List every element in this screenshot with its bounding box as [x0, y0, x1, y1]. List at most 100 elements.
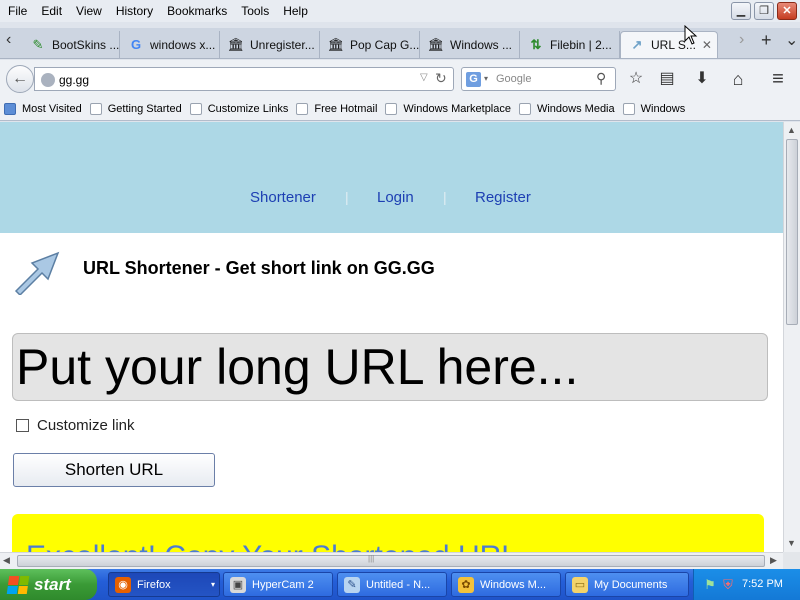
nav-link-login[interactable]: Login	[377, 189, 414, 206]
reload-icon[interactable]: ↻	[435, 70, 447, 87]
customize-link-checkbox[interactable]	[16, 419, 29, 432]
tab-bar: ‹ ✎ BootSkins ... G windows x... 🏛 Unreg…	[0, 28, 800, 59]
tab-unregister[interactable]: 🏛 Unregister...	[220, 31, 320, 58]
restore-button[interactable]: ❐	[754, 2, 774, 20]
menu-bookmarks[interactable]: Bookmarks	[160, 4, 234, 18]
vertical-scrollbar[interactable]: ▲ ▼	[783, 122, 800, 552]
menu-edit[interactable]: Edit	[34, 4, 69, 18]
search-icon[interactable]: ⚲	[596, 70, 606, 87]
page-icon	[385, 102, 398, 115]
taskbar-item-my-documents[interactable]: ▭ My Documents	[565, 572, 689, 597]
nav-link-shortener[interactable]: Shortener	[250, 189, 316, 206]
menu-bar: File Edit View History Bookmarks Tools H…	[0, 0, 800, 22]
tab-popcap[interactable]: 🏛 Pop Cap G...	[320, 31, 420, 58]
google-search-engine-icon[interactable]: G	[466, 72, 481, 87]
start-button[interactable]: start	[0, 569, 97, 600]
bookmark-label: Customize Links	[207, 102, 289, 115]
new-tab-button[interactable]: +	[761, 30, 772, 51]
scroll-down-arrow-icon[interactable]: ▼	[787, 538, 796, 548]
bookmark-label: Windows Marketplace	[403, 102, 511, 115]
tab-label: Pop Cap G...	[350, 37, 420, 52]
taskbar-item-notepad[interactable]: ✎ Untitled - N...	[337, 572, 447, 597]
taskbar-item-label: Untitled - N...	[366, 578, 431, 591]
menu-history[interactable]: History	[109, 4, 160, 18]
page-content: Shortener | Login | Register URL Shorten…	[0, 122, 783, 552]
result-message: Excellent! Copy Your Shortened URL	[26, 540, 518, 552]
tab-label: Windows ...	[450, 37, 513, 52]
tab-filebin[interactable]: ⇅ Filebin | 2...	[520, 31, 620, 58]
search-input[interactable]: Google	[496, 73, 531, 85]
tab-scroll-left-button[interactable]: ‹	[6, 31, 11, 49]
close-window-button[interactable]: ✕	[777, 2, 797, 20]
horizontal-scrollbar[interactable]: ◀ ||| ▶	[0, 552, 783, 569]
url-history-dropdown-icon[interactable]: ▽	[420, 72, 428, 83]
scroll-up-arrow-icon[interactable]: ▲	[787, 125, 796, 135]
minimize-button[interactable]: ▁	[731, 2, 751, 20]
chevron-down-icon[interactable]: ▾	[211, 580, 215, 589]
url-bar[interactable]: gg.gg ▽ ↻	[34, 67, 454, 91]
nav-link-register[interactable]: Register	[475, 189, 531, 206]
tab-url-shortener[interactable]: ↗ URL S... ✕	[620, 31, 718, 58]
taskbar-item-label: HyperCam 2	[252, 578, 314, 591]
nav-separator: |	[443, 189, 447, 205]
bookmark-windows-marketplace[interactable]: Windows Marketplace	[385, 102, 511, 115]
bookmark-label: Windows	[640, 102, 686, 115]
clock[interactable]: 7:52 PM	[742, 578, 783, 590]
close-tab-icon[interactable]: ✕	[702, 38, 712, 52]
bookmark-windows[interactable]: Windows	[622, 102, 686, 115]
vertical-scroll-thumb[interactable]	[786, 139, 798, 325]
menu-help[interactable]: Help	[276, 4, 315, 18]
taskbar-item-label: Firefox	[137, 578, 171, 591]
long-url-input[interactable]: Put your long URL here...	[12, 333, 768, 401]
menu-file[interactable]: File	[0, 4, 34, 18]
nav-separator: |	[345, 189, 349, 205]
search-bar[interactable]: G ▾ Google ⚲	[461, 67, 616, 91]
tab-list-button[interactable]: ⌄	[785, 30, 798, 50]
page-icon	[89, 102, 102, 115]
menu-tools[interactable]: Tools	[234, 4, 276, 18]
home-icon[interactable]: ⌂	[727, 68, 749, 90]
bookmark-free-hotmail[interactable]: Free Hotmail	[296, 102, 378, 115]
shorten-url-button[interactable]: Shorten URL	[13, 453, 215, 487]
menu-view[interactable]: View	[69, 4, 109, 18]
search-engine-dropdown-icon[interactable]: ▾	[484, 74, 488, 83]
scroll-left-arrow-icon[interactable]: ◀	[3, 555, 10, 566]
scroll-right-arrow-icon[interactable]: ▶	[770, 555, 777, 566]
bookmark-star-icon[interactable]: ☆	[625, 68, 647, 90]
filebin-icon: ⇅	[530, 36, 542, 52]
bookmark-most-visited[interactable]: Most Visited	[4, 102, 82, 115]
bookmark-getting-started[interactable]: Getting Started	[89, 102, 182, 115]
taskbar-item-label: My Documents	[594, 578, 668, 591]
security-shield-icon[interactable]: ⛨	[720, 577, 736, 593]
google-icon: G	[130, 37, 142, 52]
taskbar-item-windows-media[interactable]: ✿ Windows M...	[451, 572, 561, 597]
start-label: start	[34, 574, 71, 594]
tab-label: Unregister...	[250, 37, 315, 52]
tab-bootskins[interactable]: ✎ BootSkins ...	[22, 31, 120, 58]
bookmark-label: Most Visited	[22, 102, 82, 115]
network-icon[interactable]: ⚑	[702, 577, 718, 593]
arrow-icon: ↗	[631, 37, 643, 52]
page-icon	[622, 102, 635, 115]
downloads-icon[interactable]: ⬇	[691, 68, 713, 90]
bookmark-windows-media[interactable]: Windows Media	[518, 102, 615, 115]
taskbar-item-hypercam[interactable]: ▣ HyperCam 2	[223, 572, 333, 597]
taskbar-item-firefox[interactable]: ◉ Firefox ▾	[108, 572, 220, 597]
globe-icon	[41, 73, 55, 87]
horizontal-scroll-thumb[interactable]: |||	[17, 554, 765, 567]
bookmark-label: Free Hotmail	[314, 102, 378, 115]
menu-icon[interactable]: ≡	[767, 68, 789, 90]
firefox-icon: ◉	[115, 576, 131, 593]
bookmarks-toolbar: Most Visited Getting Started Customize L…	[0, 97, 800, 121]
tab-windows-google[interactable]: G windows x...	[120, 31, 220, 58]
back-button[interactable]: ←	[6, 65, 34, 93]
scroll-grip-icon: |||	[368, 554, 375, 563]
tab-windows[interactable]: 🏛 Windows ...	[420, 31, 520, 58]
tab-scroll-right-button[interactable]: ›	[739, 31, 744, 49]
bookmark-customize-links[interactable]: Customize Links	[189, 102, 289, 115]
customize-link-option[interactable]: Customize link	[16, 417, 135, 434]
bootskins-icon: ✎	[32, 36, 44, 52]
page-icon	[518, 102, 531, 115]
url-input[interactable]: gg.gg	[59, 73, 89, 87]
bookmarks-list-icon[interactable]: ▤	[656, 68, 678, 90]
